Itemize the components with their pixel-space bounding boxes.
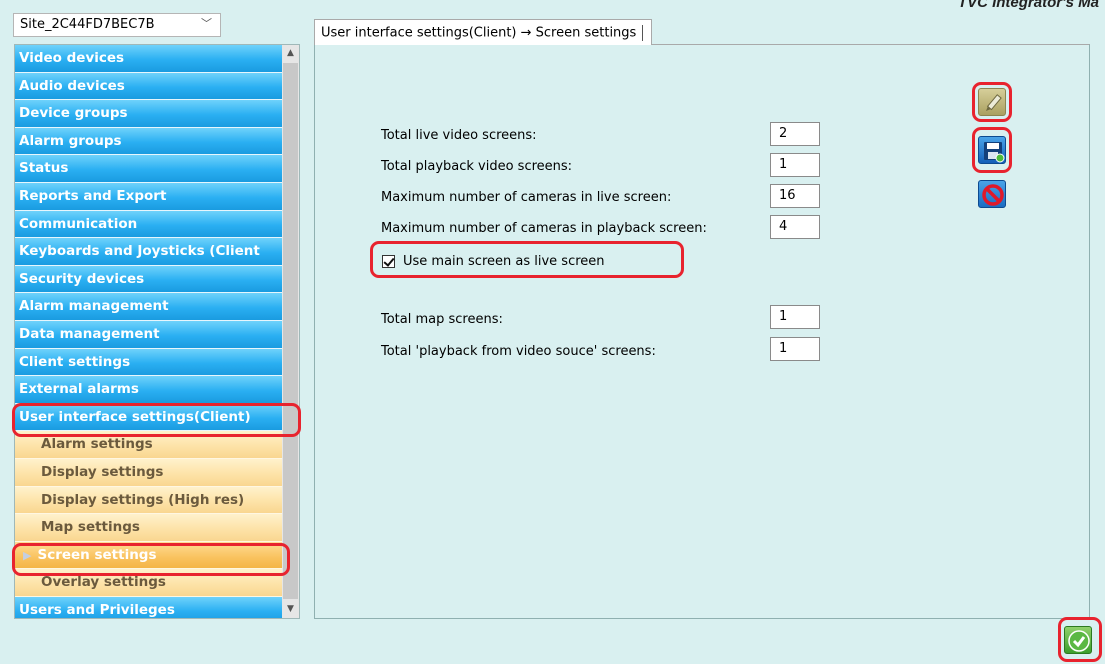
- selected-arrow-icon: ▶: [23, 548, 32, 562]
- cancel-button[interactable]: [978, 180, 1006, 208]
- site-selector-value: Site_2C44FD7BEC7B: [20, 17, 155, 32]
- sidebar-item-audio-devices[interactable]: Audio devices: [15, 72, 283, 101]
- sidebar-subitem-display-settings[interactable]: Display settings: [15, 458, 283, 487]
- use-main-screen-option[interactable]: Use main screen as live screen: [382, 252, 605, 270]
- sidebar: Video devices Audio devices Device group…: [14, 44, 300, 619]
- use-main-screen-label: Use main screen as live screen: [403, 253, 605, 269]
- site-selector[interactable]: Site_2C44FD7BEC7B ﹀: [13, 13, 221, 37]
- sidebar-item-communication[interactable]: Communication: [15, 210, 283, 239]
- tab-screen-settings[interactable]: User interface settings(Client) → Screen…: [314, 19, 653, 45]
- save-button[interactable]: [978, 136, 1006, 164]
- total-playback-source-label: Total 'playback from video souce' screen…: [381, 344, 656, 359]
- sidebar-nav: Video devices Audio devices Device group…: [15, 45, 283, 618]
- scroll-down-arrow-icon[interactable]: ▼: [282, 601, 299, 618]
- sidebar-subitem-screen-settings[interactable]: ▶ Screen settings: [15, 541, 283, 570]
- max-playback-cameras-label: Maximum number of cameras in playback sc…: [381, 221, 707, 236]
- scroll-thumb[interactable]: [283, 63, 298, 599]
- sidebar-item-user-interface-settings[interactable]: User interface settings(Client): [15, 403, 283, 432]
- floppy-disk-icon: [984, 142, 1005, 163]
- max-live-cameras-label: Maximum number of cameras in live screen…: [381, 190, 672, 205]
- sidebar-item-video-devices[interactable]: Video devices: [15, 45, 283, 73]
- sidebar-item-alarm-groups[interactable]: Alarm groups: [15, 127, 283, 156]
- checkmark-icon: [1068, 630, 1090, 652]
- sidebar-item-external-alarms[interactable]: External alarms: [15, 376, 283, 404]
- tab-label: User interface settings(Client) → Screen…: [321, 25, 637, 41]
- scroll-up-arrow-icon[interactable]: ▲: [282, 45, 299, 62]
- total-playback-source-field[interactable]: 1: [770, 337, 820, 361]
- no-entry-icon: [982, 184, 1004, 206]
- sidebar-item-client-settings[interactable]: Client settings: [15, 348, 283, 377]
- total-map-field[interactable]: 1: [770, 305, 820, 329]
- sidebar-item-reports-export[interactable]: Reports and Export: [15, 182, 283, 211]
- sidebar-subitem-alarm-settings[interactable]: Alarm settings: [15, 431, 283, 459]
- max-live-cameras-field[interactable]: 16: [770, 184, 820, 208]
- sidebar-subitem-screen-settings-label: Screen settings: [37, 546, 157, 563]
- total-map-label: Total map screens:: [381, 312, 503, 327]
- edit-button[interactable]: [978, 88, 1006, 116]
- chevron-down-icon: ﹀: [201, 17, 212, 30]
- sidebar-item-status[interactable]: Status: [15, 155, 283, 183]
- sidebar-subitem-display-settings-high-res[interactable]: Display settings (High res): [15, 486, 283, 515]
- max-playback-cameras-field[interactable]: 4: [770, 215, 820, 239]
- total-playback-field[interactable]: 1: [770, 153, 820, 177]
- sidebar-item-security-devices[interactable]: Security devices: [15, 265, 283, 294]
- sidebar-item-keyboards-joysticks[interactable]: Keyboards and Joysticks (Client: [15, 238, 283, 266]
- brand-title: TVC Integrator's Ma: [957, 0, 1099, 11]
- total-playback-label: Total playback video screens:: [381, 159, 573, 174]
- total-live-field[interactable]: 2: [770, 122, 820, 146]
- sidebar-item-data-management[interactable]: Data management: [15, 320, 283, 349]
- confirm-button[interactable]: [1064, 626, 1092, 654]
- sidebar-subitem-map-settings[interactable]: Map settings: [15, 514, 283, 542]
- sidebar-subitem-overlay-settings[interactable]: Overlay settings: [15, 569, 283, 597]
- sidebar-item-alarm-management[interactable]: Alarm management: [15, 293, 283, 321]
- tab-separator: [642, 25, 644, 41]
- total-live-label: Total live video screens:: [381, 128, 537, 143]
- sidebar-scrollbar[interactable]: ▲ ▼: [282, 45, 299, 618]
- pencil-icon: [986, 94, 1002, 111]
- sidebar-item-users-privileges[interactable]: Users and Privileges: [15, 596, 283, 618]
- use-main-screen-checkbox[interactable]: [382, 254, 395, 268]
- sidebar-item-device-groups[interactable]: Device groups: [15, 100, 283, 128]
